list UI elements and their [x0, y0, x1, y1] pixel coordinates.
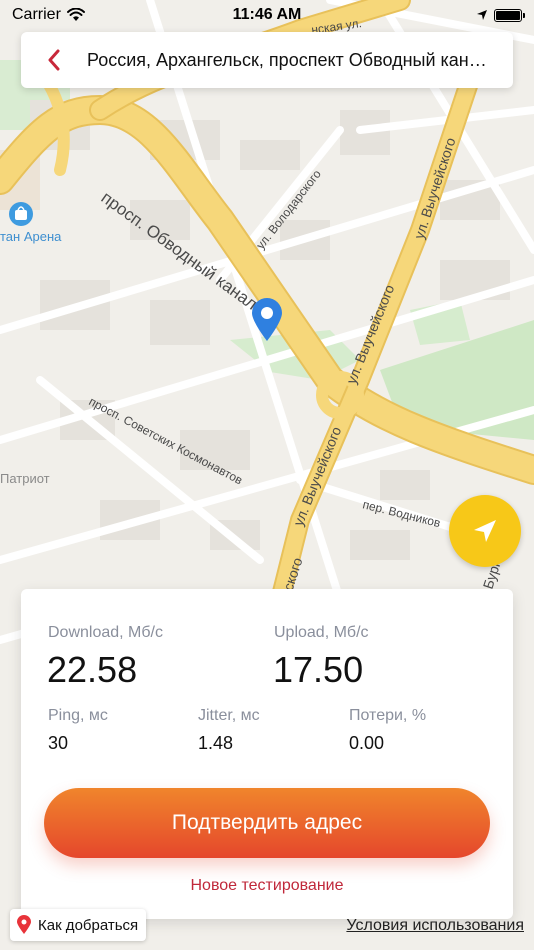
confirm-address-button[interactable]: Подтвердить адрес	[44, 788, 490, 858]
map-label-arena: тан Арена	[0, 229, 62, 244]
route-button[interactable]: Как добраться	[10, 909, 147, 941]
ping-label: Ping, мс	[48, 707, 108, 724]
ping-value: 30	[48, 733, 69, 753]
shop-icon[interactable]	[9, 202, 33, 226]
wifi-icon	[66, 8, 85, 21]
results-card: Download, Мб/с 22.58 Upload, Мб/с 17.50 …	[21, 589, 513, 919]
download-value: 22.58	[47, 649, 138, 690]
route-label: Как добраться	[38, 916, 139, 934]
download-label: Download, Мб/с	[48, 624, 163, 641]
new-test-link[interactable]: Новое тестирование	[21, 877, 513, 895]
jitter-label: Jitter, мс	[198, 707, 260, 724]
chevron-left-icon	[48, 49, 60, 71]
yandex-pin-icon	[17, 915, 31, 934]
location-arrow-icon	[477, 10, 487, 20]
loss-value: 0.00	[349, 733, 385, 753]
upload-value: 17.50	[273, 649, 364, 690]
loss-label: Потери, %	[349, 707, 427, 724]
status-bar: Carrier 11:46 AM	[0, 0, 534, 30]
address-bar[interactable]: Россия, Архангельск, проспект Обводный к…	[21, 32, 513, 88]
battery-icon	[494, 8, 525, 22]
terms-link[interactable]: Условия использования	[346, 917, 524, 935]
navigation-arrow-icon	[474, 520, 496, 542]
jitter-value: 1.48	[198, 733, 234, 753]
address-text[interactable]: Россия, Архангельск, проспект Обводный к…	[87, 50, 487, 71]
back-button[interactable]	[21, 32, 87, 88]
map-label-patriot: Патриот	[0, 471, 50, 486]
map-pin-icon	[252, 298, 282, 341]
upload-label: Upload, Мб/с	[274, 624, 369, 641]
locate-me-button[interactable]	[449, 495, 521, 567]
carrier-label: Carrier	[12, 6, 61, 23]
